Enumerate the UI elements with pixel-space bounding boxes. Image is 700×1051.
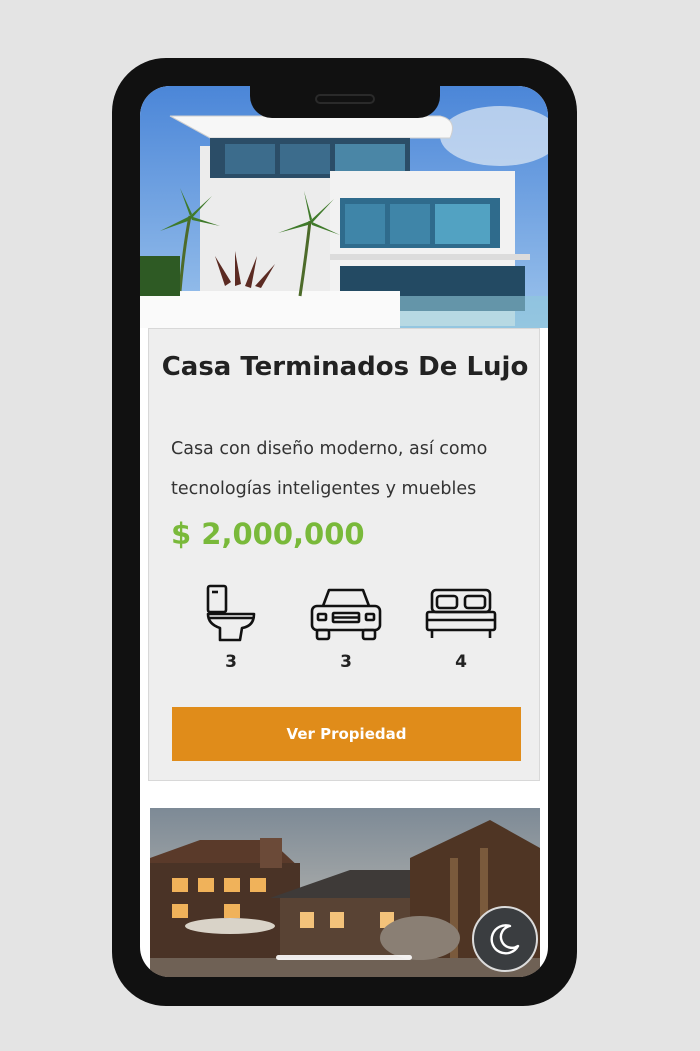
feature-bathrooms: 3 — [191, 584, 271, 672]
view-property-button[interactable]: Ver Propiedad — [172, 707, 521, 761]
phone-frame: Casa Terminados De Lujo Casa con diseño … — [112, 58, 577, 1006]
listing-photo — [140, 86, 548, 328]
listing-description: Casa con diseño moderno, así como tecnol… — [171, 439, 488, 499]
bathrooms-count: 3 — [225, 652, 237, 672]
listing-card: Casa Terminados De Lujo Casa con diseño … — [148, 328, 540, 781]
car-icon — [310, 588, 382, 641]
home-indicator[interactable] — [276, 955, 412, 960]
bed-icon — [425, 588, 497, 638]
listing-price: $ 2,000,000 — [171, 517, 365, 551]
speaker — [315, 94, 375, 104]
dark-mode-toggle[interactable] — [472, 906, 538, 972]
feature-bedrooms: 4 — [421, 584, 501, 672]
notch — [250, 86, 440, 118]
screen: Casa Terminados De Lujo Casa con diseño … — [140, 86, 548, 977]
toilet-icon — [206, 584, 256, 642]
parking-count: 3 — [340, 652, 352, 672]
moon-icon — [490, 924, 520, 955]
listing-title: Casa Terminados De Lujo — [161, 352, 529, 382]
bedrooms-count: 4 — [455, 652, 467, 672]
feature-parking: 3 — [306, 584, 386, 672]
